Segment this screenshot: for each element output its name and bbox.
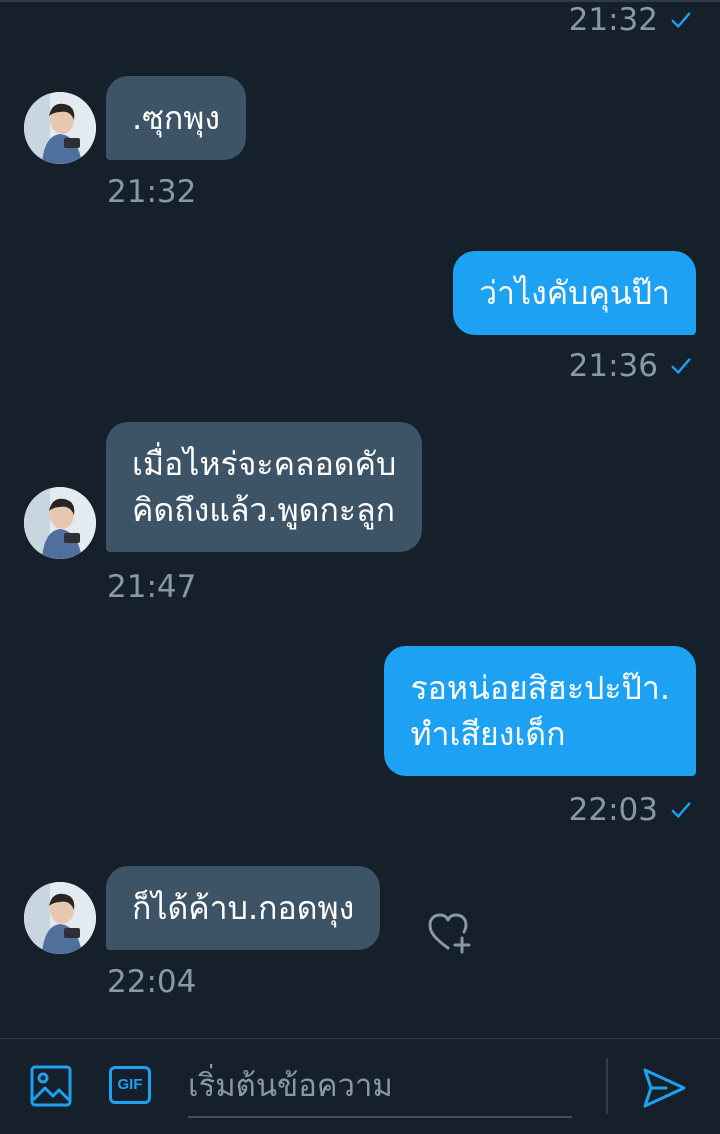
incoming-message-bubble[interactable]: .ซุกพุง xyxy=(106,76,246,160)
message-text: เมื่อไหร่จะคลอดคับ xyxy=(132,445,397,483)
message-text: ก็ได้ค้าบ.กอดพุง xyxy=(132,889,355,927)
message-input[interactable] xyxy=(188,1056,572,1118)
send-icon[interactable] xyxy=(640,1064,688,1112)
sent-check-icon xyxy=(671,12,691,28)
message-time: 21:36 xyxy=(568,348,658,384)
avatar[interactable] xyxy=(24,882,96,954)
add-reaction-heart-icon[interactable] xyxy=(424,906,476,958)
message-meta: 22:03 xyxy=(569,790,692,830)
message-time: 21:47 xyxy=(107,569,197,605)
image-icon[interactable] xyxy=(27,1062,75,1110)
message-text: .ซุกพุง xyxy=(132,99,220,137)
outgoing-message-bubble[interactable]: ว่าไงคับคุนป๊า xyxy=(453,251,696,335)
message-composer: GIF xyxy=(0,1038,720,1134)
sent-check-icon xyxy=(671,802,691,818)
message-time: 22:04 xyxy=(107,964,197,1000)
composer-divider xyxy=(0,1038,720,1039)
sent-check-icon xyxy=(671,358,691,374)
message-time: 21:32 xyxy=(107,174,197,210)
avatar-image xyxy=(24,487,96,559)
avatar[interactable] xyxy=(24,92,96,164)
gif-icon[interactable]: GIF xyxy=(109,1066,151,1104)
outgoing-message-bubble[interactable]: รอหน่อยสิฮะปะป๊า. ทำเสียงเด็ก xyxy=(384,646,696,776)
message-time: 22:03 xyxy=(568,792,658,828)
message-text: คิดถึงแล้ว.พูดกะลูก xyxy=(132,491,395,529)
incoming-message-bubble[interactable]: เมื่อไหร่จะคลอดคับ คิดถึงแล้ว.พูดกะลูก xyxy=(106,422,423,552)
message-meta: 21:32 xyxy=(569,0,692,40)
incoming-message-bubble[interactable]: ก็ได้ค้าบ.กอดพุง xyxy=(106,866,381,950)
message-text: ว่าไงคับคุนป๊า xyxy=(479,274,670,312)
dm-conversation-screen: 21:32 .ซุกพุง 21:32 ว่าไงคับคุนป๊า 21:36 xyxy=(0,0,720,1134)
composer-vertical-divider xyxy=(606,1058,608,1114)
message-text: รอหน่อยสิฮะปะป๊า. xyxy=(410,669,670,707)
message-time: 21:32 xyxy=(568,2,658,38)
message-text: ทำเสียงเด็ก xyxy=(410,715,566,753)
gif-label: GIF xyxy=(117,1076,143,1093)
avatar-image xyxy=(24,882,96,954)
message-meta: 21:36 xyxy=(569,346,692,386)
avatar-image xyxy=(24,92,96,164)
avatar[interactable] xyxy=(24,487,96,559)
